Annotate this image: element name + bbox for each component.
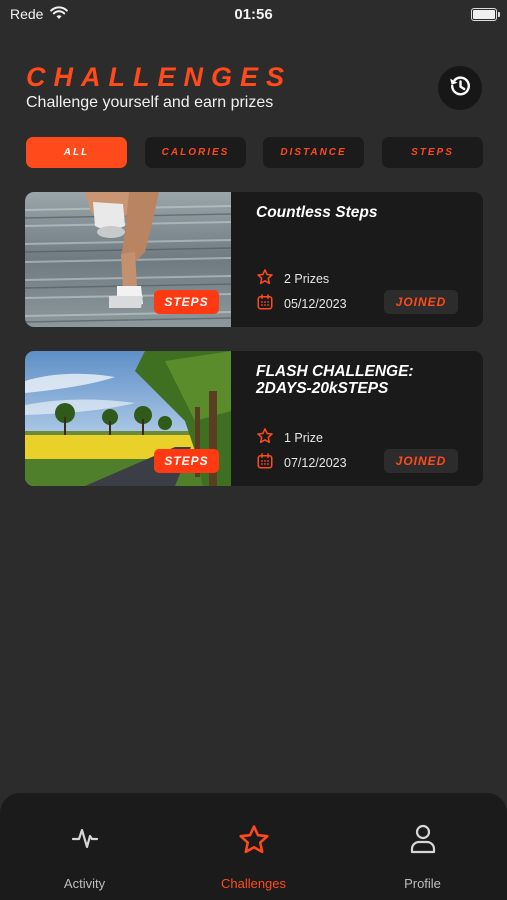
prizes-label: 1 Prize [284,430,323,445]
nav-label-challenges: Challenges [220,876,287,891]
nav-label-activity: Activity [63,876,106,891]
status-time: 01:56 [234,6,273,23]
tab-distance[interactable]: DISTANCE [263,137,364,168]
prizes-row: 2 Prizes [256,268,329,289]
star-icon [169,823,338,857]
challenge-title: Countless Steps [256,204,378,221]
tab-calories[interactable]: CALORIES [145,137,246,168]
date-row: 07/12/2023 [256,452,347,473]
activity-icon [0,823,169,853]
calendar-icon [256,293,274,314]
joined-badge: JOINED [384,449,458,473]
star-icon [256,268,274,289]
page-title: CHALLENGES [26,62,293,92]
challenge-card[interactable]: STEPS Countless Steps 2 Prizes 05/12/202… [25,192,483,327]
joined-badge: JOINED [384,290,458,314]
tab-all[interactable]: ALL [26,137,127,168]
category-tag: STEPS [154,449,219,473]
nav-label-profile: Profile [404,876,441,891]
user-icon [338,823,507,855]
prizes-row: 1 Prize [256,427,323,448]
date-label: 05/12/2023 [284,296,347,311]
history-button[interactable] [438,66,482,110]
date-label: 07/12/2023 [284,455,347,470]
nav-item-profile[interactable]: Profile [338,793,507,900]
challenge-card[interactable]: STEPS FLASH CHALLENGE: 2DAYS-20kSTEPS 1 … [25,351,483,486]
history-icon [446,72,474,105]
category-tag: STEPS [154,290,219,314]
page-subtitle: Challenge yourself and earn prizes [26,94,274,111]
bottom-nav: Activity Challenges Profile [0,793,507,900]
tab-steps[interactable]: STEPS [382,137,483,168]
filter-tabs: ALL CALORIES DISTANCE STEPS [26,137,483,168]
prizes-label: 2 Prizes [284,271,330,286]
status-bar: Rede 01:56 [0,0,507,30]
nav-item-activity[interactable]: Activity [0,793,169,900]
date-row: 05/12/2023 [256,293,347,314]
star-icon [256,427,274,448]
nav-item-challenges[interactable]: Challenges [169,793,338,900]
challenge-title: FLASH CHALLENGE: 2DAYS-20kSTEPS [256,363,414,397]
calendar-icon [256,452,274,473]
battery-icon [471,8,500,21]
